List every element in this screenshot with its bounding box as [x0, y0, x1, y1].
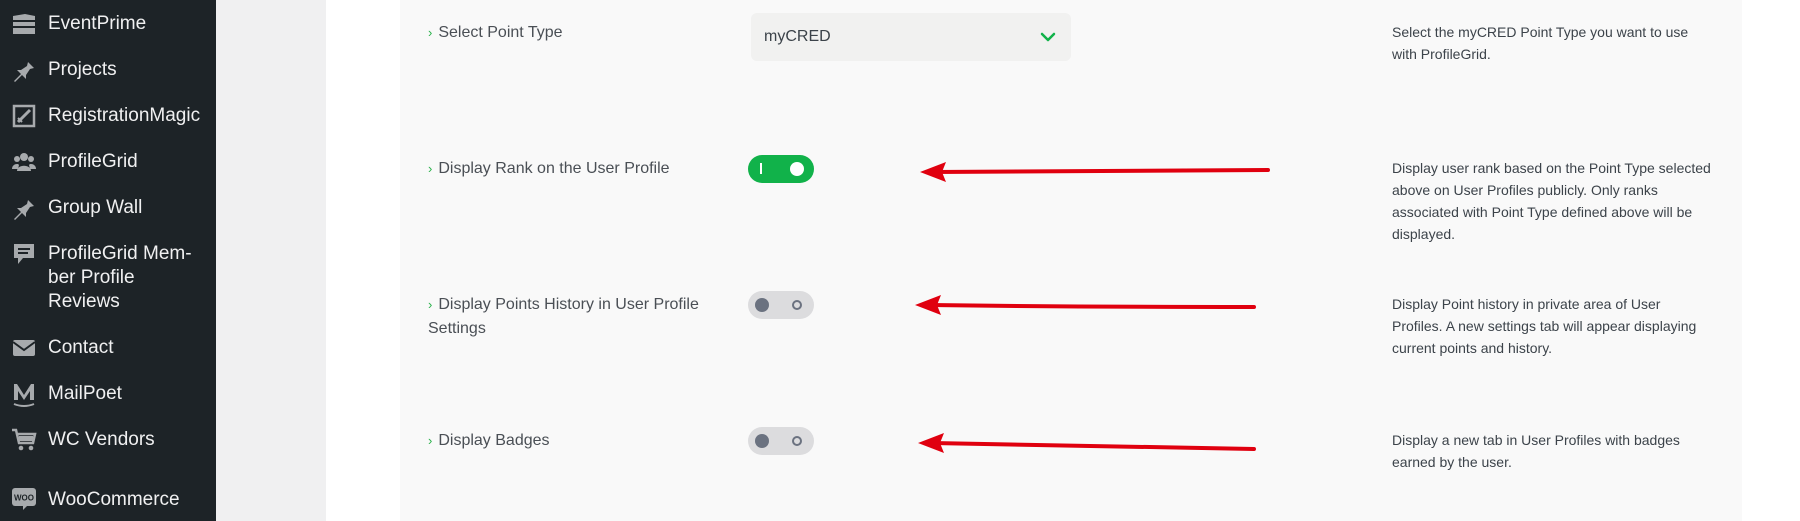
point-type-select-value: myCRED	[764, 28, 831, 45]
admin-sidebar: EventPrime Projects RegistrationMagic Pr…	[0, 0, 216, 521]
sidebar-item-profilegrid[interactable]: ProfileGrid	[0, 146, 216, 178]
display-rank-label-text: Display Rank on the User Profile	[438, 160, 670, 177]
chevron-right-icon: ›	[428, 433, 433, 448]
users-icon	[10, 148, 38, 176]
sidebar-item-label: MailPoet	[48, 383, 122, 404]
sidebar-item-contact[interactable]: Contact	[0, 332, 216, 364]
display-rank-description: Display user rank based on the Point Typ…	[1392, 160, 1711, 242]
toggle-knob	[755, 298, 769, 312]
display-badges-toggle[interactable]	[748, 427, 814, 455]
display-points-history-label: › Display Points History in User Profile …	[428, 293, 728, 341]
sidebar-item-wc-vendors[interactable]: WC Vendors	[0, 424, 216, 456]
toggle-knob	[755, 434, 769, 448]
cart-icon	[10, 426, 38, 454]
toggle-off-mark	[792, 300, 802, 310]
sidebar-item-group-wall[interactable]: Group Wall	[0, 192, 216, 224]
chevron-right-icon: ›	[428, 297, 433, 312]
sidebar-item-profilegrid-reviews[interactable]: ProfileGrid Mem- ber Profile Reviews	[0, 238, 216, 318]
envelope-icon	[10, 334, 38, 362]
sidebar-item-woocommerce[interactable]: WOO WooCommerce	[0, 484, 216, 516]
mailpoet-icon	[10, 380, 38, 408]
eventprime-icon	[10, 10, 38, 38]
form-icon	[10, 102, 38, 130]
chevron-right-icon: ›	[428, 161, 433, 176]
content-gutter	[216, 0, 326, 521]
comment-icon	[10, 240, 38, 268]
sidebar-item-label: Contact	[48, 337, 114, 358]
toggle-off-mark	[792, 436, 802, 446]
toggle-knob	[790, 162, 804, 176]
sidebar-item-eventprime[interactable]: EventPrime	[0, 8, 216, 40]
sidebar-item-label: Group Wall	[48, 197, 143, 218]
pin-icon	[10, 194, 38, 222]
point-type-label-text: Select Point Type	[438, 24, 563, 41]
display-points-history-description: Display Point history in private area of…	[1392, 296, 1697, 356]
display-points-history-toggle[interactable]	[748, 291, 814, 319]
sidebar-item-label: RegistrationMagic	[48, 105, 201, 126]
woo-icon: WOO	[10, 484, 38, 512]
display-badges-label-text: Display Badges	[438, 432, 550, 449]
sidebar-item-label: WooCommerce	[48, 489, 180, 510]
point-type-description: Select the myCRED Point Type you want to…	[1392, 24, 1689, 62]
chevron-right-icon: ›	[428, 25, 433, 40]
display-rank-toggle[interactable]	[748, 155, 814, 183]
sidebar-item-projects[interactable]: Projects	[0, 54, 216, 86]
pin-icon	[10, 56, 38, 84]
display-badges-label: › Display Badges	[428, 429, 728, 453]
sidebar-item-mailpoet[interactable]: MailPoet	[0, 378, 216, 410]
sidebar-item-registrationmagic[interactable]: RegistrationMagic	[0, 100, 216, 132]
sidebar-item-label: ProfileGrid	[48, 151, 138, 172]
sidebar-item-label: Projects	[48, 59, 117, 80]
svg-text:WOO: WOO	[14, 494, 34, 503]
point-type-select[interactable]: myCRED	[751, 13, 1071, 61]
display-rank-label: › Display Rank on the User Profile	[428, 157, 728, 181]
sidebar-item-label: EventPrime	[48, 13, 147, 34]
chevron-down-icon	[1040, 32, 1056, 42]
sidebar-item-label: ProfileGrid Mem- ber Profile Reviews	[48, 243, 192, 312]
sidebar-item-label: WC Vendors	[48, 429, 155, 450]
display-points-history-label-text: Display Points History in User Profile S…	[428, 296, 699, 337]
point-type-label: › Select Point Type	[428, 21, 728, 45]
toggle-on-mark	[760, 163, 762, 174]
display-badges-description: Display a new tab in User Profiles with …	[1392, 432, 1680, 470]
